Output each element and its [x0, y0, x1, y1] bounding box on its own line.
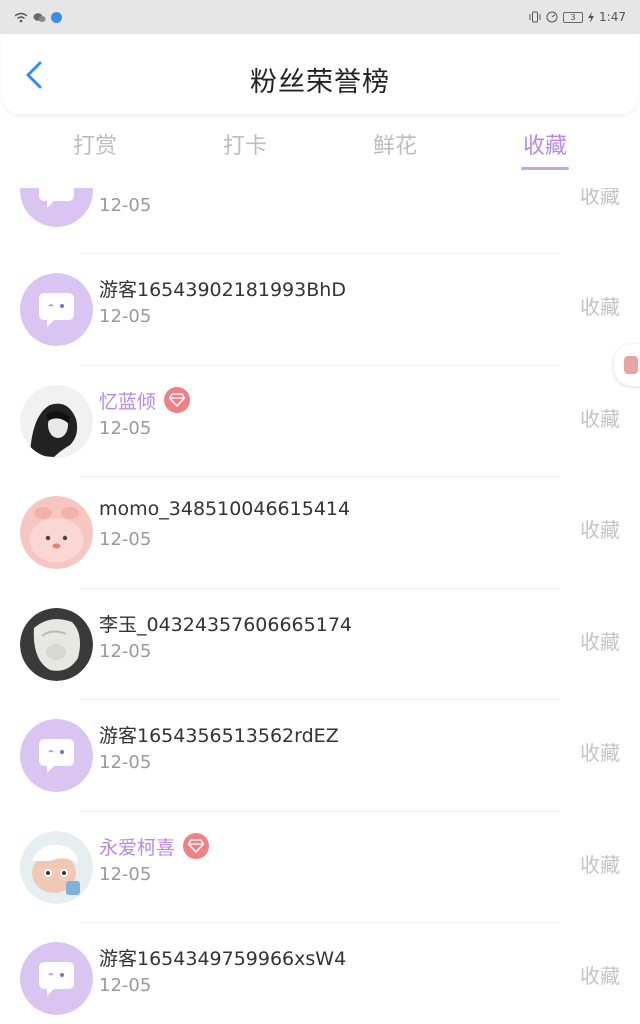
tab-checkin[interactable]: 打卡	[170, 120, 320, 174]
list-item-name: 游客1654349759966xsW4	[99, 948, 347, 970]
page-header: 粉丝荣誉榜	[2, 34, 638, 114]
favorite-label: 收藏	[580, 295, 620, 319]
list-item-date: 12-05	[99, 417, 152, 439]
floating-assistant-button[interactable]	[614, 344, 640, 386]
tab-label: 鲜花	[372, 134, 417, 159]
list-item-name-line: 游客1654356513562rdEZ	[99, 721, 339, 748]
list-item-name: 李玉_04324357606665174	[99, 613, 353, 636]
favorite-label: 收藏	[580, 741, 620, 765]
wechat-icon	[33, 12, 46, 23]
tab-label: 打赏	[72, 134, 117, 159]
list-item-name-line: 忆蓝倾	[99, 387, 191, 414]
status-right: 3 1:47	[529, 10, 626, 24]
default-chat-avatar-icon[interactable]	[20, 273, 93, 346]
list-item-name-line: momo_348510046615414	[99, 498, 350, 520]
list-item[interactable]: 游客1654356513562rdEZ 12-05 收藏	[0, 700, 640, 812]
wifi-icon	[14, 12, 28, 23]
tab-active-indicator	[521, 167, 569, 170]
user-photo-avatar[interactable]	[20, 496, 93, 569]
default-chat-avatar-icon[interactable]	[20, 719, 93, 792]
list-item[interactable]: 李玉_04324357606665174 12-05 收藏	[0, 589, 640, 700]
vibrate-icon	[529, 11, 541, 23]
user-photo-avatar[interactable]	[20, 830, 93, 904]
status-left	[14, 11, 62, 23]
tab-reward[interactable]: 打赏	[20, 120, 170, 174]
fan-list[interactable]: 12-05 收藏 游客1654390218199​3BhD 12-05 收藏 忆…	[0, 188, 640, 1024]
list-item-name: momo_348510046615414	[99, 498, 351, 520]
list-item-name-line: 游客1654349759966xsW4	[99, 944, 346, 971]
diamond-badge-icon	[164, 387, 191, 413]
tab-label: 收藏	[522, 134, 567, 159]
list-item-date: 12-05	[99, 752, 152, 773]
list-item-name: 游客1654356513562rdEZ	[99, 725, 339, 747]
list-item[interactable]: 12-05 收藏	[0, 188, 640, 254]
list-item-name-line: 李玉_04324357606665174	[99, 610, 352, 637]
list-item[interactable]: 忆蓝倾 12-05 收藏	[0, 366, 640, 477]
speed-icon	[546, 11, 558, 23]
tab-label: 打卡	[222, 134, 267, 159]
app-notification-icon	[51, 11, 62, 23]
tab-favorites[interactable]: 收藏	[470, 120, 620, 174]
page-title: 粉丝荣誉榜	[250, 67, 390, 98]
list-item-date: 12-05	[99, 640, 152, 662]
diamond-badge-icon	[183, 833, 210, 859]
favorite-label: 收藏	[580, 188, 620, 208]
list-item[interactable]: 游客1654390218199​3BhD 12-05 收藏	[0, 254, 640, 366]
default-chat-avatar-icon[interactable]	[20, 942, 93, 1015]
assistant-icon	[624, 356, 638, 374]
default-chat-avatar-icon[interactable]	[20, 188, 93, 227]
charging-icon	[588, 11, 595, 23]
user-photo-avatar[interactable]	[20, 384, 93, 458]
status-bar: 3 1:47	[0, 0, 640, 34]
favorite-label: 收藏	[580, 629, 620, 654]
list-item-name-line: 游客1654390218199​3BhD	[99, 275, 346, 302]
user-photo-avatar[interactable]	[20, 607, 93, 681]
list-item[interactable]: 永爱柯喜 12-05 收藏	[0, 812, 640, 923]
list-item-name: 游客1654390218199​3BhD	[99, 279, 346, 301]
list-item-name: 忆蓝倾	[99, 390, 157, 413]
favorite-label: 收藏	[580, 964, 620, 988]
favorite-label: 收藏	[580, 406, 620, 431]
list-item-date: 12-05	[99, 975, 152, 996]
list-item-name-line: 永爱柯喜	[99, 833, 210, 860]
favorite-label: 收藏	[580, 518, 620, 542]
list-item-date: 12-05	[99, 863, 152, 885]
tab-bar: 打赏 打卡 鲜花 收藏	[0, 120, 640, 174]
list-item-date: 12-05	[99, 195, 152, 216]
favorite-label: 收藏	[580, 852, 620, 877]
list-item[interactable]: momo_348510046615414 12-05 收藏	[0, 477, 640, 589]
list-item-date: 12-05	[99, 306, 152, 327]
list-item[interactable]: 游客1654349759966xsW4 12-05 收藏	[0, 923, 640, 1024]
tab-flowers[interactable]: 鲜花	[320, 120, 470, 174]
list-item-name: 永爱柯喜	[99, 836, 176, 859]
battery-icon: 3	[563, 11, 584, 23]
clock-time: 1:47	[599, 10, 626, 24]
list-item-date: 12-05	[99, 529, 152, 550]
